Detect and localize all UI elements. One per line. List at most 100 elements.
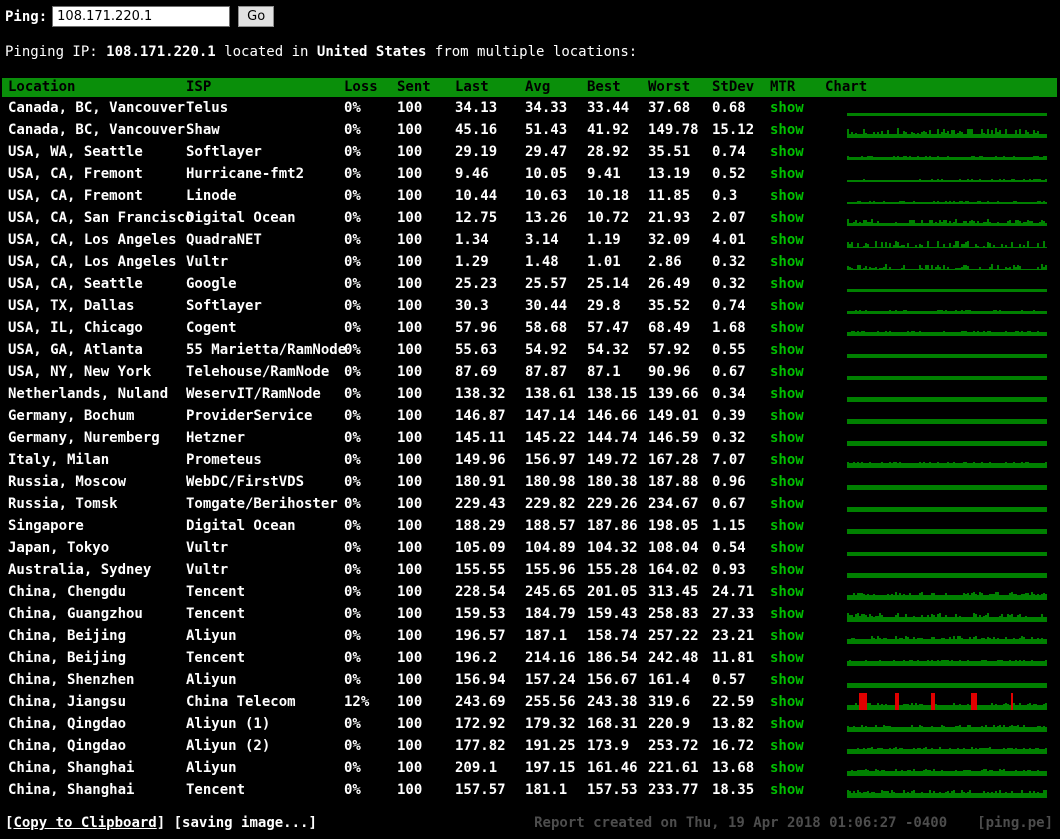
cell-sent: 100 (397, 647, 455, 669)
cell-location: China, Shanghai (8, 779, 186, 801)
cell-last: 159.53 (455, 603, 525, 625)
mtr-show-link[interactable]: show (770, 474, 804, 490)
latency-sparkline (847, 626, 1047, 644)
mtr-show-link[interactable]: show (770, 364, 804, 380)
cell-avg: 155.96 (525, 559, 587, 581)
header-loss: Loss (344, 78, 397, 97)
cell-location: USA, GA, Atlanta (8, 339, 186, 361)
mtr-show-link[interactable]: show (770, 716, 804, 732)
cell-avg: 187.1 (525, 625, 587, 647)
mtr-show-link[interactable]: show (770, 254, 804, 270)
cell-best: 156.67 (587, 669, 648, 691)
mtr-show-link[interactable]: show (770, 276, 804, 292)
cell-avg: 1.48 (525, 251, 587, 273)
copy-to-clipboard-link[interactable]: [Copy to Clipboard] (5, 815, 165, 831)
cell-last: 149.96 (455, 449, 525, 471)
cell-location: USA, WA, Seattle (8, 141, 186, 163)
mtr-show-link[interactable]: show (770, 782, 804, 798)
cell-location: Japan, Tokyo (8, 537, 186, 559)
cell-best: 104.32 (587, 537, 648, 559)
cell-sent: 100 (397, 163, 455, 185)
mtr-show-link[interactable]: show (770, 188, 804, 204)
cell-avg: 180.98 (525, 471, 587, 493)
ping-ip-input[interactable] (52, 6, 230, 27)
cell-sent: 100 (397, 537, 455, 559)
latency-sparkline (847, 450, 1047, 468)
mtr-show-link[interactable]: show (770, 496, 804, 512)
mtr-show-link[interactable]: show (770, 672, 804, 688)
cell-isp: WeservIT/RamNode (186, 383, 344, 405)
latency-sparkline (847, 252, 1047, 270)
mtr-show-link[interactable]: show (770, 342, 804, 358)
mtr-show-link[interactable]: show (770, 100, 804, 116)
mtr-show-link[interactable]: show (770, 430, 804, 446)
mtr-show-link[interactable]: show (770, 694, 804, 710)
report-timestamp: Report created on Thu, 19 Apr 2018 01:06… (534, 815, 947, 831)
latency-sparkline (847, 472, 1047, 490)
cell-isp: Telehouse/RamNode (186, 361, 344, 383)
cell-loss: 0% (344, 361, 397, 383)
mtr-show-link[interactable]: show (770, 540, 804, 556)
cell-isp: Aliyun (2) (186, 735, 344, 757)
go-button[interactable]: Go (238, 6, 274, 27)
mtr-show-link[interactable]: show (770, 452, 804, 468)
mtr-show-link[interactable]: show (770, 166, 804, 182)
header-isp: ISP (186, 78, 344, 97)
mtr-show-link[interactable]: show (770, 144, 804, 160)
cell-sent: 100 (397, 757, 455, 779)
cell-last: 243.69 (455, 691, 525, 713)
cell-best: 157.53 (587, 779, 648, 801)
mtr-show-link[interactable]: show (770, 298, 804, 314)
cell-loss: 0% (344, 471, 397, 493)
cell-avg: 138.61 (525, 383, 587, 405)
mtr-show-link[interactable]: show (770, 320, 804, 336)
site-name: [ping.pe] (977, 815, 1053, 831)
latency-sparkline (847, 516, 1047, 534)
table-row: USA, CA, Seattle Google 0% 100 25.23 25.… (2, 273, 1057, 295)
cell-sent: 100 (397, 317, 455, 339)
latency-sparkline (847, 164, 1047, 182)
mtr-show-link[interactable]: show (770, 562, 804, 578)
table-row: Netherlands, Nuland WeservIT/RamNode 0% … (2, 383, 1057, 405)
cell-loss: 0% (344, 97, 397, 119)
cell-avg: 145.22 (525, 427, 587, 449)
header-chart: Chart (825, 78, 1057, 97)
cell-avg: 156.97 (525, 449, 587, 471)
mtr-show-link[interactable]: show (770, 122, 804, 138)
cell-avg: 29.47 (525, 141, 587, 163)
mtr-show-link[interactable]: show (770, 210, 804, 226)
cell-worst: 11.85 (648, 185, 712, 207)
cell-best: 168.31 (587, 713, 648, 735)
latency-sparkline (847, 758, 1047, 776)
mtr-show-link[interactable]: show (770, 386, 804, 402)
cell-avg: 10.63 (525, 185, 587, 207)
mtr-show-link[interactable]: show (770, 650, 804, 666)
cell-last: 229.43 (455, 493, 525, 515)
cell-avg: 10.05 (525, 163, 587, 185)
cell-last: 25.23 (455, 273, 525, 295)
mtr-show-link[interactable]: show (770, 606, 804, 622)
mtr-show-link[interactable]: show (770, 760, 804, 776)
mtr-show-link[interactable]: show (770, 584, 804, 600)
cell-loss: 0% (344, 317, 397, 339)
mtr-show-link[interactable]: show (770, 738, 804, 754)
cell-worst: 139.66 (648, 383, 712, 405)
cell-avg: 179.32 (525, 713, 587, 735)
cell-sent: 100 (397, 119, 455, 141)
latency-sparkline (847, 296, 1047, 314)
mtr-show-link[interactable]: show (770, 628, 804, 644)
latency-sparkline (847, 230, 1047, 248)
latency-sparkline (847, 428, 1047, 446)
latency-sparkline (847, 274, 1047, 292)
mtr-show-link[interactable]: show (770, 408, 804, 424)
cell-last: 29.19 (455, 141, 525, 163)
cell-sent: 100 (397, 295, 455, 317)
mtr-show-link[interactable]: show (770, 518, 804, 534)
cell-last: 45.16 (455, 119, 525, 141)
header-location: Location (8, 78, 186, 97)
cell-location: Italy, Milan (8, 449, 186, 471)
mtr-show-link[interactable]: show (770, 232, 804, 248)
cell-sent: 100 (397, 383, 455, 405)
cell-best: 158.74 (587, 625, 648, 647)
latency-sparkline (847, 648, 1047, 666)
